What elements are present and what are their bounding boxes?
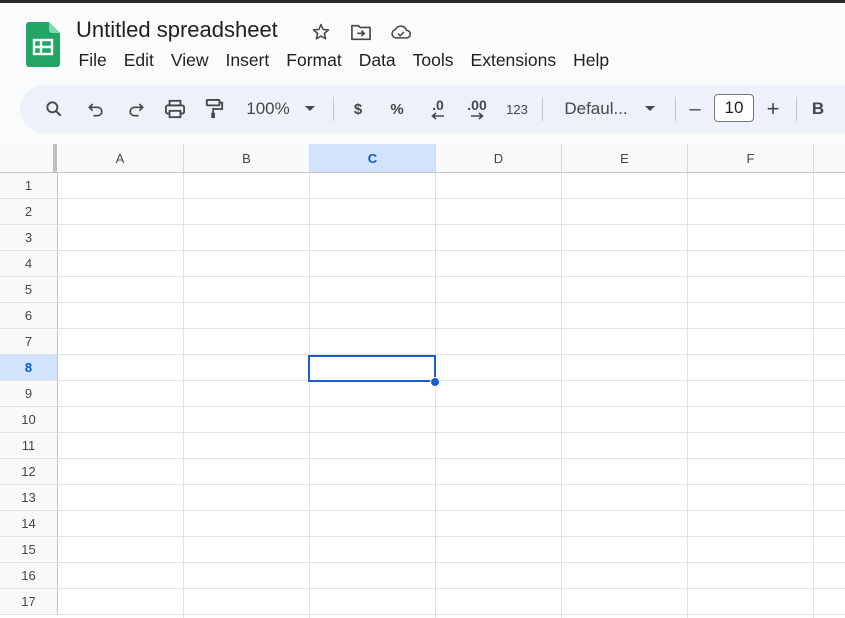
increase-decimal-button[interactable]: .00 [462, 85, 492, 133]
gridline [58, 276, 845, 277]
column-header-b[interactable]: B [184, 144, 310, 173]
row-header-1[interactable]: 1 [0, 173, 58, 199]
select-all-corner[interactable] [0, 144, 57, 173]
row-header-9[interactable]: 9 [0, 381, 58, 407]
font-dropdown-icon[interactable] [643, 85, 657, 133]
spreadsheet-grid[interactable]: A B C D E F 1 2 3 4 5 6 7 8 9 10 11 12 1… [0, 144, 845, 618]
percent-format-button[interactable]: % [387, 85, 407, 133]
gridline [58, 484, 845, 485]
row-header-17[interactable]: 17 [0, 589, 58, 615]
menu-format[interactable]: Format [278, 48, 350, 72]
toolbar-divider [542, 97, 543, 121]
row-header-2[interactable]: 2 [0, 199, 58, 225]
menu-view[interactable]: View [162, 48, 217, 72]
move-to-folder-icon[interactable] [350, 21, 372, 43]
gridline [58, 354, 845, 355]
row-header-8[interactable]: 8 [0, 355, 58, 381]
decrease-font-size-button[interactable]: – [685, 85, 705, 133]
active-cell-c8[interactable] [308, 355, 436, 382]
column-header-c[interactable]: C [310, 144, 436, 173]
zoom-select[interactable]: 100% [240, 85, 296, 133]
gridline [183, 173, 184, 618]
menu-insert[interactable]: Insert [217, 48, 278, 72]
column-header-d[interactable]: D [436, 144, 562, 173]
row-header-10[interactable]: 10 [0, 407, 58, 433]
font-family-select[interactable]: Defaul... [560, 85, 632, 133]
row-header-14[interactable]: 14 [0, 511, 58, 537]
print-icon[interactable] [161, 85, 189, 133]
gridline [58, 302, 845, 303]
decrease-decimal-label: .0 [432, 97, 444, 113]
gridline [58, 588, 845, 589]
gridline [687, 173, 688, 618]
menu-edit[interactable]: Edit [115, 48, 162, 72]
row-header-12[interactable]: 12 [0, 459, 58, 485]
zoom-dropdown-icon[interactable] [303, 85, 317, 133]
row-header-13[interactable]: 13 [0, 485, 58, 511]
gridline [58, 328, 845, 329]
menu-bar: File Edit View Insert Format Data Tools … [70, 48, 618, 72]
row-header-11[interactable]: 11 [0, 433, 58, 459]
gridline [58, 250, 845, 251]
gridline [58, 614, 845, 615]
bold-button[interactable]: B [808, 85, 828, 133]
currency-format-button[interactable]: $ [348, 85, 368, 133]
row-header-5[interactable]: 5 [0, 277, 58, 303]
menu-file[interactable]: File [70, 48, 115, 72]
column-header-g[interactable] [814, 144, 845, 173]
row-header-7[interactable]: 7 [0, 329, 58, 355]
menu-help[interactable]: Help [565, 48, 618, 72]
decrease-decimal-button[interactable]: .0 [424, 85, 452, 133]
menu-extensions[interactable]: Extensions [462, 48, 565, 72]
cloud-saved-icon[interactable] [390, 21, 412, 43]
window-top-border [0, 0, 845, 3]
column-header-a[interactable]: A [57, 144, 184, 173]
gridline [813, 173, 814, 618]
row-header-4[interactable]: 4 [0, 251, 58, 277]
fill-handle[interactable] [430, 377, 440, 387]
document-title[interactable]: Untitled spreadsheet [76, 17, 278, 43]
gridline [58, 432, 845, 433]
undo-icon[interactable] [82, 85, 110, 133]
paint-format-icon[interactable] [200, 85, 228, 133]
search-menus-icon[interactable] [40, 85, 68, 133]
row-header-3[interactable]: 3 [0, 225, 58, 251]
gridline [58, 198, 845, 199]
arrow-left-icon [431, 112, 444, 120]
row-header-6[interactable]: 6 [0, 303, 58, 329]
toolbar-divider [675, 97, 676, 121]
toolbar-divider [796, 97, 797, 121]
star-icon[interactable] [310, 21, 332, 43]
redo-icon[interactable] [122, 85, 150, 133]
row-header-15[interactable]: 15 [0, 537, 58, 563]
font-size-input[interactable]: 10 [714, 94, 754, 122]
gridline [561, 173, 562, 618]
gridline [58, 224, 845, 225]
gridline [58, 458, 845, 459]
toolbar-divider [333, 97, 334, 121]
gridline [58, 380, 845, 381]
gridline [309, 173, 310, 618]
menu-tools[interactable]: Tools [404, 48, 462, 72]
column-header-e[interactable]: E [562, 144, 688, 173]
gridline [435, 173, 436, 618]
menu-data[interactable]: Data [350, 48, 404, 72]
increase-font-size-button[interactable]: + [763, 85, 783, 133]
column-header-f[interactable]: F [688, 144, 814, 173]
toolbar: 100% $ % .0 .00 123 Defaul... – 10 + B [20, 85, 845, 133]
gridline [58, 406, 845, 407]
sheets-logo-icon[interactable] [26, 22, 60, 67]
increase-decimal-label: .00 [467, 97, 487, 113]
gridline [58, 536, 845, 537]
more-formats-button[interactable]: 123 [502, 85, 532, 133]
row-header-16[interactable]: 16 [0, 563, 58, 589]
arrow-right-icon [471, 112, 484, 120]
gridline [58, 510, 845, 511]
gridline [58, 562, 845, 563]
